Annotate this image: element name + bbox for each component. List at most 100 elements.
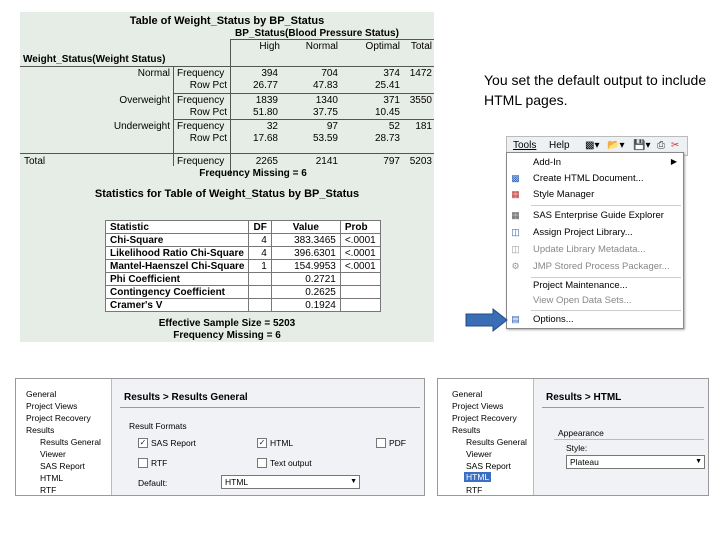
stat-label: Frequency bbox=[177, 121, 225, 132]
menu-item-jmp-packager[interactable]: ⚙ JMP Stored Process Packager... bbox=[507, 259, 683, 275]
column-header: DF bbox=[248, 220, 272, 234]
menu-item-add-in[interactable]: Add-In ▶ bbox=[507, 155, 683, 171]
col-header: Total bbox=[410, 41, 432, 52]
nav-item-rtf[interactable]: RTF bbox=[466, 485, 482, 495]
table-header-row: Statistic DF Value Prob bbox=[104, 220, 381, 234]
nav-item-results-general[interactable]: Results General bbox=[40, 437, 101, 447]
cut-icon[interactable]: ✂ bbox=[671, 140, 679, 151]
dropdown-arrow-icon: ▼ bbox=[695, 458, 702, 465]
save-icon[interactable]: 💾▾ bbox=[633, 140, 650, 151]
stat-label: Row Pct bbox=[189, 133, 227, 144]
checkbox-label: RTF bbox=[151, 458, 168, 468]
html-checkbox[interactable]: ✓ bbox=[257, 438, 267, 448]
stat-label: Frequency bbox=[177, 68, 225, 79]
nav-item-project-recovery[interactable]: Project Recovery bbox=[452, 413, 517, 423]
rtf-checkbox[interactable] bbox=[138, 458, 148, 468]
checkbox-label: PDF bbox=[389, 438, 406, 448]
menu-help[interactable]: Help bbox=[549, 140, 570, 151]
menu-item-assign-library[interactable]: ◫ Assign Project Library... bbox=[507, 225, 683, 241]
nav-item-viewer[interactable]: Viewer bbox=[40, 449, 66, 459]
nav-item-sas-report[interactable]: SAS Report bbox=[40, 461, 85, 471]
statistic-name: Contingency Coefficient bbox=[104, 285, 250, 299]
nav-item-sas-report[interactable]: SAS Report bbox=[466, 461, 511, 471]
stats-frequency-missing: Frequency Missing = 6 bbox=[173, 330, 281, 341]
total-value: 797 bbox=[383, 156, 400, 167]
tools-menu: Add-In ▶ ▩ Create HTML Document... ▦ Sty… bbox=[506, 152, 684, 329]
column-header: Value bbox=[270, 220, 341, 234]
menu-item-view-open-data-sets[interactable]: View Open Data Sets... bbox=[507, 293, 683, 309]
cell-value: 17.68 bbox=[252, 133, 278, 144]
table-row: Chi-Square 4 383.3465 <.0001 bbox=[104, 233, 381, 247]
metadata-icon: ◫ bbox=[511, 244, 520, 254]
dialog-header: Results > Results General bbox=[124, 392, 248, 403]
menu-item-project-maintenance[interactable]: Project Maintenance... bbox=[507, 278, 683, 294]
nav-item-project-views[interactable]: Project Views bbox=[452, 401, 503, 411]
menu-item-style-manager[interactable]: ▦ Style Manager bbox=[507, 187, 683, 203]
statistics-grid: Statistic DF Value Prob Chi-Square 4 383… bbox=[104, 220, 381, 312]
cell-value: 53.59 bbox=[312, 133, 338, 144]
cell-value: 47.83 bbox=[312, 80, 338, 91]
cell-value: 51.80 bbox=[252, 107, 278, 118]
nav-item-results[interactable]: Results bbox=[452, 425, 480, 435]
default-format-select[interactable]: HTML ▼ bbox=[221, 475, 360, 489]
stat-value: 0.2721 bbox=[270, 272, 341, 286]
sas-report-checkbox[interactable]: ✓ bbox=[138, 438, 148, 448]
cell-value: 10.45 bbox=[374, 107, 400, 118]
nav-item-html-selected[interactable]: HTML bbox=[464, 472, 492, 482]
section-label: Appearance bbox=[558, 428, 604, 438]
nav-item-viewer[interactable]: Viewer bbox=[466, 449, 492, 459]
table-row: Cramer's V 0.1924 bbox=[104, 298, 381, 312]
dialog-header: Results > HTML bbox=[546, 392, 622, 403]
library-icon: ◫ bbox=[511, 227, 520, 237]
menu-item-options[interactable]: ▤ Options... bbox=[507, 312, 683, 328]
menu-item-label: SAS Enterprise Guide Explorer bbox=[533, 210, 664, 221]
row-label: Overweight bbox=[119, 95, 170, 106]
menu-item-create-html-document[interactable]: ▩ Create HTML Document... bbox=[507, 171, 683, 187]
cell-value: 37.75 bbox=[312, 107, 338, 118]
nav-item-project-recovery[interactable]: Project Recovery bbox=[26, 413, 91, 423]
nav-item-rtf[interactable]: RTF bbox=[40, 485, 56, 495]
new-icon[interactable]: ▩▾ bbox=[585, 140, 599, 151]
stat-label: Row Pct bbox=[189, 80, 227, 91]
df-value bbox=[248, 272, 272, 286]
statistic-name: Likelihood Ratio Chi-Square bbox=[104, 246, 250, 260]
print-icon[interactable]: ⎙ bbox=[657, 140, 665, 151]
statistic-name: Cramer's V bbox=[104, 298, 250, 312]
nav-item-project-views[interactable]: Project Views bbox=[26, 401, 77, 411]
table-row: Phi Coefficient 0.2721 bbox=[104, 272, 381, 286]
style-value: Plateau bbox=[570, 457, 599, 467]
default-label: Default: bbox=[138, 478, 168, 488]
open-icon[interactable]: 📂▾ bbox=[607, 140, 624, 151]
style-select[interactable]: Plateau ▼ bbox=[566, 455, 705, 469]
statistic-name: Chi-Square bbox=[104, 233, 250, 247]
menu-item-label: Update Library Metadata... bbox=[533, 244, 646, 255]
nav-item-html[interactable]: HTML bbox=[40, 473, 63, 483]
menu-item-label: Options... bbox=[533, 314, 574, 325]
cell-value: 704 bbox=[321, 68, 338, 79]
menu-item-update-library-metadata[interactable]: ◫ Update Library Metadata... bbox=[507, 242, 683, 258]
submenu-arrow-icon: ▶ bbox=[670, 157, 677, 166]
pdf-checkbox[interactable] bbox=[376, 438, 386, 448]
statistic-name: Mantel-Haenszel Chi-Square bbox=[104, 259, 250, 273]
menu-item-eg-explorer[interactable]: ▦ SAS Enterprise Guide Explorer bbox=[507, 208, 683, 224]
nav-item-results[interactable]: Results bbox=[26, 425, 54, 435]
checkbox-label: Text output bbox=[270, 458, 312, 468]
jmp-icon: ⚙ bbox=[511, 261, 520, 271]
nav-item-general[interactable]: General bbox=[26, 389, 56, 399]
menu-tools[interactable]: Tools bbox=[513, 140, 536, 151]
sample-size: Effective Sample Size = 5203 bbox=[158, 318, 296, 329]
row-var-label: Weight_Status(Weight Status) bbox=[23, 54, 166, 65]
nav-item-general[interactable]: General bbox=[452, 389, 482, 399]
crosstab-title: Table of Weight_Status by BP_Status bbox=[129, 15, 325, 27]
stat-value: 383.3465 bbox=[270, 233, 341, 247]
col-header: Normal bbox=[305, 41, 338, 52]
checkbox-label: HTML bbox=[270, 438, 294, 448]
explorer-icon: ▦ bbox=[511, 210, 520, 220]
stat-value: 0.2625 bbox=[270, 285, 341, 299]
total-value: 2141 bbox=[315, 156, 338, 167]
nav-item-results-general[interactable]: Results General bbox=[466, 437, 527, 447]
text-output-checkbox[interactable] bbox=[257, 458, 267, 468]
crosstab-table: Table of Weight_Status by BP_Status BP_S… bbox=[20, 12, 434, 182]
cell-value: 97 bbox=[326, 121, 338, 132]
cell-value: 1340 bbox=[315, 95, 338, 106]
